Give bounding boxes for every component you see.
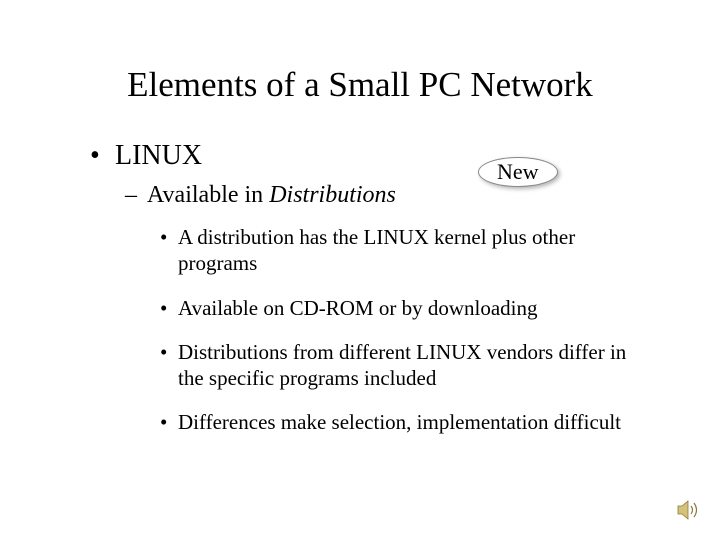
- level3-text: Differences make selection, implementati…: [178, 410, 621, 434]
- bullet-dot: •: [90, 140, 115, 172]
- bullet-level3: •Available on CD-ROM or by downloading: [160, 295, 640, 321]
- bullet-level1: •LINUX: [90, 140, 670, 172]
- slide-title: Elements of a Small PC Network: [50, 65, 670, 105]
- level2-text-prefix: Available in: [147, 182, 269, 208]
- level2-text-italic: Distributions: [269, 182, 396, 208]
- bullet-dash: –: [125, 182, 147, 209]
- bullet-level3: •Distributions from different LINUX vend…: [160, 339, 640, 392]
- bullet-dot: •: [160, 409, 178, 435]
- bullet-level2: –Available in Distributions: [125, 182, 670, 209]
- level2-container: New –Available in Distributions: [50, 182, 670, 209]
- level3-text: Distributions from different LINUX vendo…: [178, 340, 626, 390]
- bullet-dot: •: [160, 339, 178, 365]
- speaker-icon[interactable]: [676, 498, 702, 522]
- bullet-dot: •: [160, 295, 178, 321]
- callout-new: New: [478, 157, 558, 187]
- bullet-level3: •Differences make selection, implementat…: [160, 409, 640, 435]
- bullet-level3: •A distribution has the LINUX kernel plu…: [160, 224, 640, 277]
- level3-text: Available on CD-ROM or by downloading: [178, 296, 537, 320]
- level1-text: LINUX: [115, 140, 202, 171]
- bullet-dot: •: [160, 224, 178, 250]
- level3-text: A distribution has the LINUX kernel plus…: [178, 225, 575, 275]
